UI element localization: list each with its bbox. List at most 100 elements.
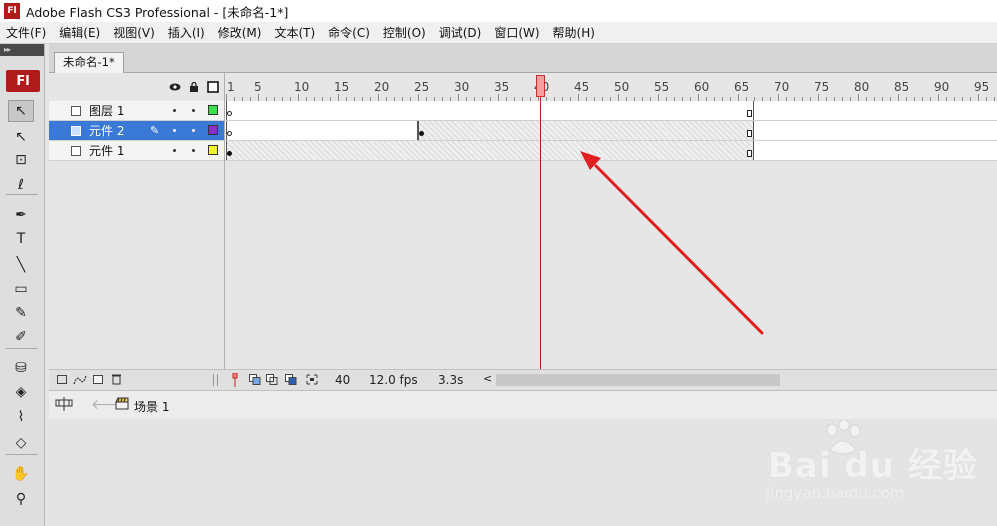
frame-row[interactable] bbox=[225, 101, 997, 121]
ruler-label: 30 bbox=[454, 80, 470, 94]
text-tool-icon[interactable]: T bbox=[8, 228, 34, 250]
lock-toggle[interactable] bbox=[192, 149, 195, 152]
frame-rate-readout[interactable]: 12.0 fps bbox=[369, 373, 418, 387]
end-frame-marker[interactable] bbox=[747, 110, 752, 117]
outline-icon[interactable] bbox=[207, 81, 219, 93]
ruler-tick bbox=[778, 94, 779, 101]
menu-item-8[interactable]: 调试(D) bbox=[433, 24, 489, 41]
edit-bar: 🡐 场景 1 bbox=[49, 390, 997, 420]
document-tab[interactable]: 未命名-1* bbox=[54, 52, 124, 73]
timeline-horizontal-scrollbar[interactable] bbox=[496, 374, 780, 386]
panel-grip-icon[interactable]: ▸▸ bbox=[0, 44, 44, 56]
menu-item-4[interactable]: 修改(M) bbox=[212, 24, 269, 41]
frame-span-tween[interactable] bbox=[226, 141, 754, 160]
layer-header bbox=[49, 73, 224, 102]
frame-row[interactable] bbox=[225, 121, 997, 141]
pencil-tool-icon[interactable]: ✎ bbox=[8, 302, 34, 324]
blank-keyframe[interactable] bbox=[227, 111, 232, 116]
brush-tool-icon[interactable]: ✐ bbox=[8, 326, 34, 348]
subselection-tool-icon[interactable]: ↖ bbox=[8, 126, 34, 148]
menu-item-2[interactable]: 视图(V) bbox=[107, 24, 162, 41]
ruler-tick bbox=[978, 94, 979, 101]
menu-item-7[interactable]: 控制(O) bbox=[377, 24, 433, 41]
paint-bucket-tool-icon[interactable]: ◈ bbox=[8, 381, 34, 403]
ruler-tick bbox=[418, 94, 419, 101]
menu-item-5[interactable]: 文本(T) bbox=[268, 24, 322, 41]
line-tool-icon[interactable]: ╲ bbox=[8, 254, 34, 276]
frame-span-static[interactable] bbox=[226, 121, 418, 140]
blank-keyframe[interactable] bbox=[227, 131, 232, 136]
insert-layer-icon[interactable] bbox=[57, 375, 67, 384]
lock-toggle[interactable] bbox=[192, 109, 195, 112]
menu-item-6[interactable]: 命令(C) bbox=[322, 24, 377, 41]
eyedropper-tool-icon[interactable]: ⌇ bbox=[8, 406, 34, 428]
onion-skin-outlines-icon[interactable] bbox=[266, 374, 278, 385]
ruler-tick bbox=[258, 94, 259, 101]
flash-logo: Fl bbox=[6, 70, 40, 92]
ruler-tick bbox=[226, 94, 227, 101]
menu-item-10[interactable]: 帮助(H) bbox=[547, 24, 602, 41]
lock-icon[interactable] bbox=[188, 82, 200, 92]
eraser-tool-icon[interactable]: ◇ bbox=[8, 432, 34, 454]
modify-onion-markers-icon[interactable] bbox=[306, 374, 318, 385]
add-motion-guide-icon[interactable] bbox=[73, 374, 87, 385]
zoom-tool-icon[interactable]: ⚲ bbox=[8, 488, 34, 510]
playhead-handle[interactable] bbox=[536, 75, 545, 97]
ruler-tick bbox=[858, 94, 859, 101]
ink-bottle-tool-icon[interactable]: ⛁ bbox=[8, 357, 34, 379]
frames-ruler[interactable]: 15101520253035404550556065707580859095 bbox=[225, 73, 997, 102]
visibility-toggle[interactable] bbox=[173, 129, 176, 132]
edit-multiple-frames-icon[interactable] bbox=[285, 374, 297, 385]
frame-row[interactable] bbox=[225, 141, 997, 161]
menu-item-1[interactable]: 编辑(E) bbox=[53, 24, 107, 41]
scene-name[interactable]: 场景 1 bbox=[134, 398, 169, 415]
menu-item-9[interactable]: 窗口(W) bbox=[488, 24, 546, 41]
ruler-label: 75 bbox=[814, 80, 830, 94]
pen-tool-icon[interactable]: ✒ bbox=[8, 204, 34, 226]
layer-name[interactable]: 元件 2 bbox=[89, 122, 147, 139]
layer-row[interactable]: 图层 1 bbox=[49, 101, 224, 121]
scroll-left-icon[interactable]: < bbox=[483, 372, 492, 385]
hand-tool-icon[interactable]: ✋ bbox=[8, 463, 34, 485]
ruler-tick bbox=[338, 94, 339, 101]
layer-list: 图层 1 元件 2 ✎ 元件 1 bbox=[49, 101, 224, 161]
selection-tool-icon[interactable]: ↖ bbox=[8, 100, 34, 122]
end-frame-marker[interactable] bbox=[747, 150, 752, 157]
frame-grid[interactable] bbox=[225, 101, 997, 161]
layer-outline-color-swatch[interactable] bbox=[208, 125, 218, 135]
layer-row[interactable]: 元件 2 ✎ bbox=[49, 121, 224, 141]
ruler-tick bbox=[578, 94, 579, 101]
delete-layer-icon[interactable] bbox=[111, 373, 122, 385]
lock-toggle[interactable] bbox=[192, 129, 195, 132]
visibility-toggle[interactable] bbox=[173, 149, 176, 152]
keyframe[interactable] bbox=[419, 131, 424, 136]
menu-item-3[interactable]: 插入(I) bbox=[162, 24, 212, 41]
free-transform-tool-icon[interactable]: ⊡ bbox=[8, 149, 34, 171]
layer-outline-color-swatch[interactable] bbox=[208, 105, 218, 115]
ruler-label: 35 bbox=[494, 80, 510, 94]
menu-item-0[interactable]: 文件(F) bbox=[0, 24, 53, 41]
ruler-label: 55 bbox=[654, 80, 670, 94]
lasso-tool-icon[interactable]: ℓ bbox=[8, 174, 34, 196]
frame-span-tween[interactable] bbox=[418, 121, 754, 140]
ruler-tick bbox=[818, 94, 819, 101]
onion-skin-icon[interactable] bbox=[249, 374, 261, 385]
watermark-main-text: Bai du 经验 bbox=[768, 446, 978, 486]
center-frame-icon[interactable] bbox=[231, 373, 239, 387]
visibility-toggle[interactable] bbox=[173, 109, 176, 112]
layer-name[interactable]: 图层 1 bbox=[89, 102, 147, 119]
timeline-toggle-icon[interactable] bbox=[55, 397, 73, 411]
rectangle-tool-icon[interactable]: ▭ bbox=[8, 278, 34, 300]
eye-icon[interactable] bbox=[169, 82, 181, 92]
ruler-label: 65 bbox=[734, 80, 750, 94]
layer-outline-color-swatch[interactable] bbox=[208, 145, 218, 155]
tool-separator bbox=[6, 454, 38, 455]
frame-span-static[interactable] bbox=[226, 101, 754, 120]
keyframe[interactable] bbox=[227, 151, 232, 156]
end-frame-marker[interactable] bbox=[747, 130, 752, 137]
insert-folder-icon[interactable] bbox=[93, 375, 103, 384]
ruler-tick bbox=[658, 94, 659, 101]
layer-row[interactable]: 元件 1 bbox=[49, 141, 224, 161]
layer-name[interactable]: 元件 1 bbox=[89, 142, 147, 159]
tool-separator bbox=[6, 194, 38, 195]
